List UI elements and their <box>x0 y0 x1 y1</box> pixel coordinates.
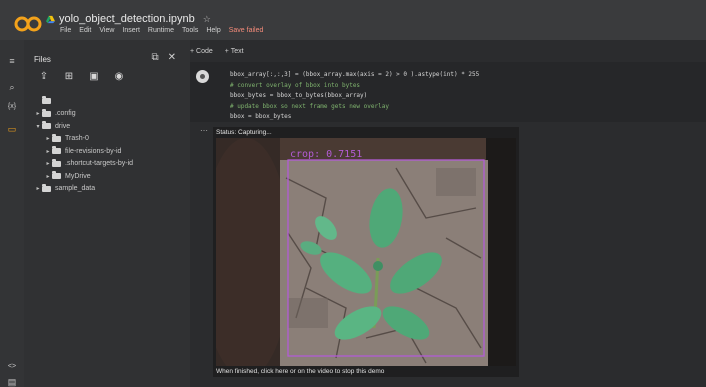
tree-item-trash[interactable]: ▸ Trash-0 <box>24 133 190 146</box>
webcam-video[interactable]: crop: 0.7151 <box>216 138 516 366</box>
capture-status: Status: Capturing... <box>216 129 272 136</box>
code-line: bbox_bytes = bbox_to_bytes(bbox_array) <box>230 92 368 99</box>
mount-drive-icon[interactable]: ▣ <box>88 72 100 82</box>
folder-icon <box>52 158 61 167</box>
chevron-right-icon[interactable]: ▸ <box>44 173 52 180</box>
new-folder-icon[interactable]: ⊞ <box>63 72 75 82</box>
add-code-button[interactable]: + Code <box>190 48 213 55</box>
files-panel: Files ⧉ ✕ ⇪ ⊞ ▣ ◉ ▸ .config ▾ drive ▸ Tr… <box>24 40 190 387</box>
folder-icon <box>52 133 61 142</box>
chevron-right-icon[interactable]: ▸ <box>34 110 42 117</box>
save-failed-link[interactable]: Save failed <box>229 27 264 34</box>
code-line: bbox = bbox_bytes <box>230 113 292 120</box>
menu-edit[interactable]: Edit <box>79 27 91 34</box>
upload-file-icon[interactable]: ⇪ <box>38 72 50 82</box>
tree-item-config[interactable]: ▸ .config <box>24 108 190 121</box>
folder-icon <box>52 146 61 155</box>
menu-bar: File Edit View Insert Runtime Tools Help… <box>60 27 263 34</box>
menu-icon[interactable]: ≡ <box>7 56 17 66</box>
star-icon[interactable]: ☆ <box>203 14 211 25</box>
add-text-button[interactable]: + Text <box>225 48 244 55</box>
menu-insert[interactable]: Insert <box>122 27 140 34</box>
run-cell-button[interactable] <box>196 70 209 83</box>
code-comment: # update bbox so next frame gets new ove… <box>230 102 389 110</box>
tree-item-label: Trash-0 <box>65 135 89 143</box>
file-tree: ▸ .config ▾ drive ▸ Trash-0 ▸ file-revis… <box>24 95 190 195</box>
menu-tools[interactable]: Tools <box>182 27 198 34</box>
new-window-icon[interactable]: ⧉ <box>151 52 158 63</box>
code-editor[interactable]: bbox_array[:,:,3] = (bbox_array.max(axis… <box>230 70 479 123</box>
terminal-icon[interactable]: ▤ <box>7 377 17 387</box>
detection-label: crop: 0.7151 <box>290 149 362 160</box>
notebook-title[interactable]: yolo_object_detection.ipynb <box>59 13 195 25</box>
header: yolo_object_detection.ipynb ☆ File Edit … <box>0 0 706 40</box>
show-hidden-icon[interactable]: ◉ <box>113 72 125 82</box>
tree-item-label: MyDrive <box>65 172 91 180</box>
colab-logo-icon[interactable] <box>14 15 42 33</box>
chevron-right-icon[interactable]: ▸ <box>44 135 52 142</box>
tree-item-file-revisions[interactable]: ▸ file-revisions-by-id <box>24 145 190 158</box>
files-toolbar: ⇪ ⊞ ▣ ◉ <box>38 72 125 82</box>
left-rail: ≡ ⌕ {x} ▭ <> ▤ <box>0 40 24 387</box>
search-icon[interactable]: ⌕ <box>7 82 17 92</box>
stop-demo-link[interactable]: When finished, click here or on the vide… <box>216 368 384 375</box>
chevron-right-icon[interactable]: ▸ <box>44 148 52 155</box>
chevron-down-icon[interactable]: ▾ <box>34 123 42 130</box>
menu-help[interactable]: Help <box>206 27 220 34</box>
code-line: bbox_array[:,:,3] = (bbox_array.max(axis… <box>230 71 480 78</box>
code-comment: # convert overlay of bbox into bytes <box>230 81 361 89</box>
tree-root[interactable] <box>24 95 190 108</box>
tree-item-shortcut-targets[interactable]: ▸ .shortcut-targets-by-id <box>24 158 190 171</box>
tree-item-label: file-revisions-by-id <box>65 147 122 155</box>
output-menu-icon[interactable]: ⋯ <box>200 126 208 135</box>
menu-view[interactable]: View <box>99 27 114 34</box>
menu-runtime[interactable]: Runtime <box>148 27 174 34</box>
tree-item-drive[interactable]: ▾ drive <box>24 120 190 133</box>
folder-icon <box>52 171 61 180</box>
tree-item-label: drive <box>55 122 71 130</box>
folder-icon[interactable]: ▭ <box>7 124 17 134</box>
folder-icon <box>42 183 51 192</box>
menu-file[interactable]: File <box>60 27 71 34</box>
folder-icon <box>42 108 51 117</box>
code-snippets-icon[interactable]: <> <box>7 362 17 372</box>
tree-item-label: .config <box>55 110 76 118</box>
google-drive-icon <box>46 15 55 23</box>
tree-item-mydrive[interactable]: ▸ MyDrive <box>24 170 190 183</box>
variables-icon[interactable]: {x} <box>7 102 17 112</box>
folder-icon <box>42 96 51 105</box>
files-panel-title: Files <box>34 55 51 64</box>
folder-icon <box>42 121 51 130</box>
tree-item-label: sample_data <box>55 185 96 193</box>
code-cell[interactable]: bbox_array[:,:,3] = (bbox_array.max(axis… <box>190 62 706 122</box>
cell-output: Status: Capturing... crop: 0.7151 When f… <box>213 127 519 377</box>
video-frame: crop: 0.7151 <box>216 138 516 366</box>
close-icon[interactable]: ✕ <box>168 52 176 63</box>
chevron-right-icon[interactable]: ▸ <box>34 185 42 192</box>
tree-item-label: .shortcut-targets-by-id <box>65 160 134 168</box>
tree-item-sample-data[interactable]: ▸ sample_data <box>24 183 190 196</box>
cell-toolbar: + Code + Text <box>190 48 244 55</box>
chevron-right-icon[interactable]: ▸ <box>44 160 52 167</box>
